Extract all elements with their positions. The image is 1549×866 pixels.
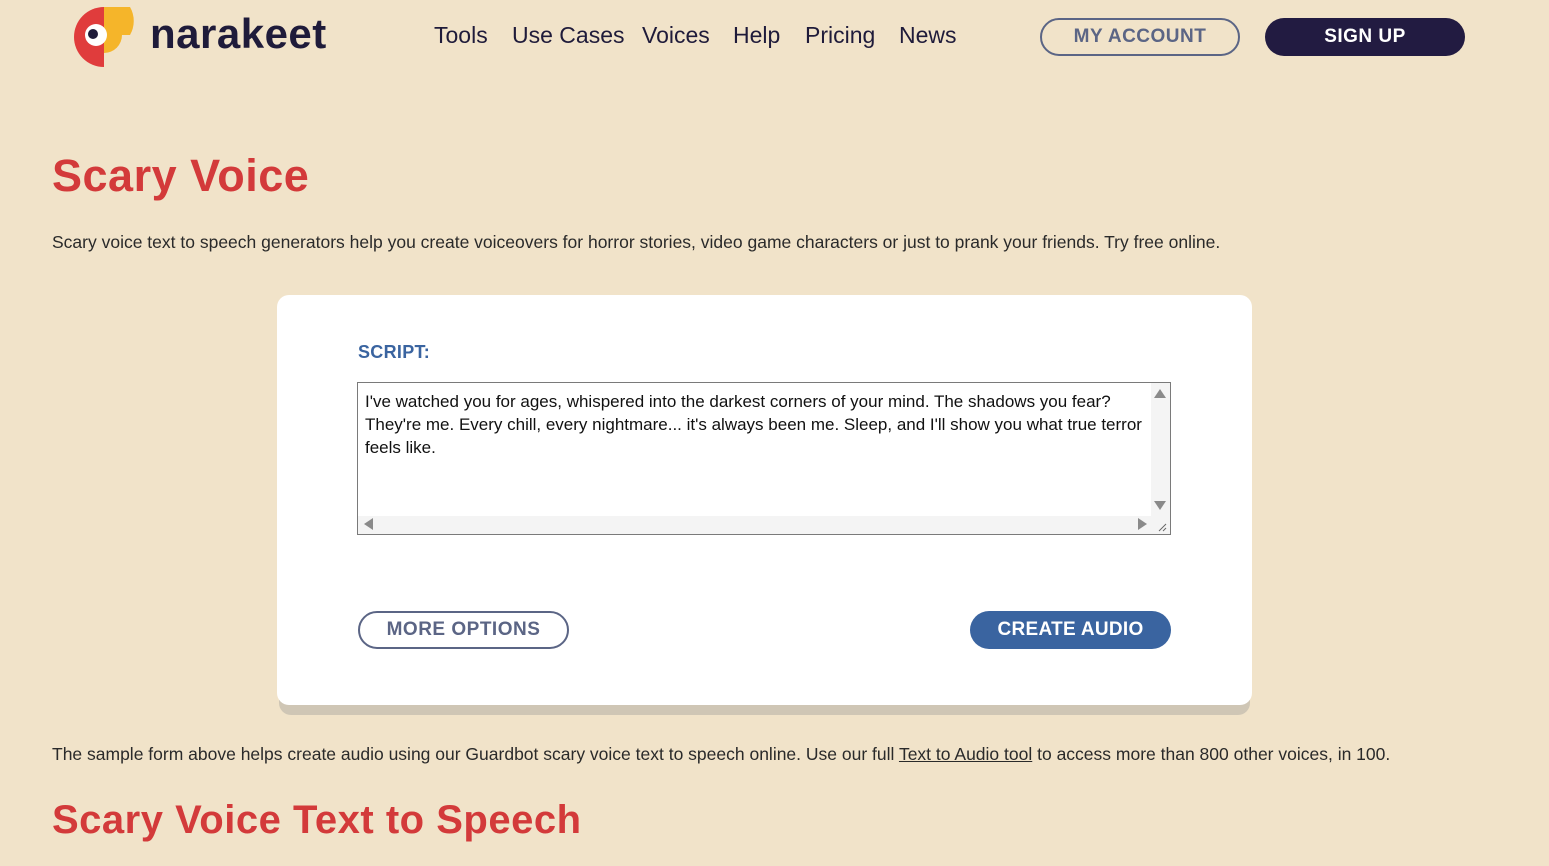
text-to-audio-link[interactable]: Text to Audio tool <box>899 744 1032 764</box>
my-account-button[interactable]: MY ACCOUNT <box>1040 18 1240 56</box>
tts-form-card: SCRIPT: I've watched you for ages, whisp… <box>277 295 1252 705</box>
nav-pricing[interactable]: Pricing <box>805 22 875 49</box>
scroll-up-arrow-icon[interactable] <box>1154 389 1166 398</box>
script-textarea[interactable]: I've watched you for ages, whispered int… <box>357 382 1171 535</box>
script-label: SCRIPT: <box>358 342 430 363</box>
more-options-button[interactable]: MORE OPTIONS <box>358 611 569 649</box>
nav-news[interactable]: News <box>899 22 957 49</box>
nav-help[interactable]: Help <box>733 22 780 49</box>
sign-up-button[interactable]: SIGN UP <box>1265 18 1465 56</box>
scroll-left-arrow-icon[interactable] <box>364 518 373 530</box>
sample-text-after: to access more than 800 other voices, in… <box>1032 744 1390 764</box>
resize-grip-icon[interactable] <box>1151 516 1170 534</box>
sample-text-before: The sample form above helps create audio… <box>52 744 899 764</box>
scroll-right-arrow-icon[interactable] <box>1138 518 1147 530</box>
script-text[interactable]: I've watched you for ages, whispered int… <box>365 390 1145 459</box>
horizontal-scrollbar[interactable] <box>358 516 1153 534</box>
intro-text: Scary voice text to speech generators he… <box>52 232 1220 253</box>
section-title: Scary Voice Text to Speech <box>52 798 582 843</box>
page: narakeet Tools Use Cases Voices Help Pri… <box>0 0 1549 866</box>
scroll-down-arrow-icon[interactable] <box>1154 501 1166 510</box>
vertical-scrollbar[interactable] <box>1151 383 1170 517</box>
nav-use-cases[interactable]: Use Cases <box>512 22 624 49</box>
brand-name[interactable]: narakeet <box>150 10 327 58</box>
parrot-logo-icon[interactable] <box>72 5 134 69</box>
page-title: Scary Voice <box>52 150 309 202</box>
nav-tools[interactable]: Tools <box>434 22 488 49</box>
nav-voices[interactable]: Voices <box>642 22 710 49</box>
sample-description: The sample form above helps create audio… <box>52 744 1390 765</box>
create-audio-button[interactable]: CREATE AUDIO <box>970 611 1171 649</box>
